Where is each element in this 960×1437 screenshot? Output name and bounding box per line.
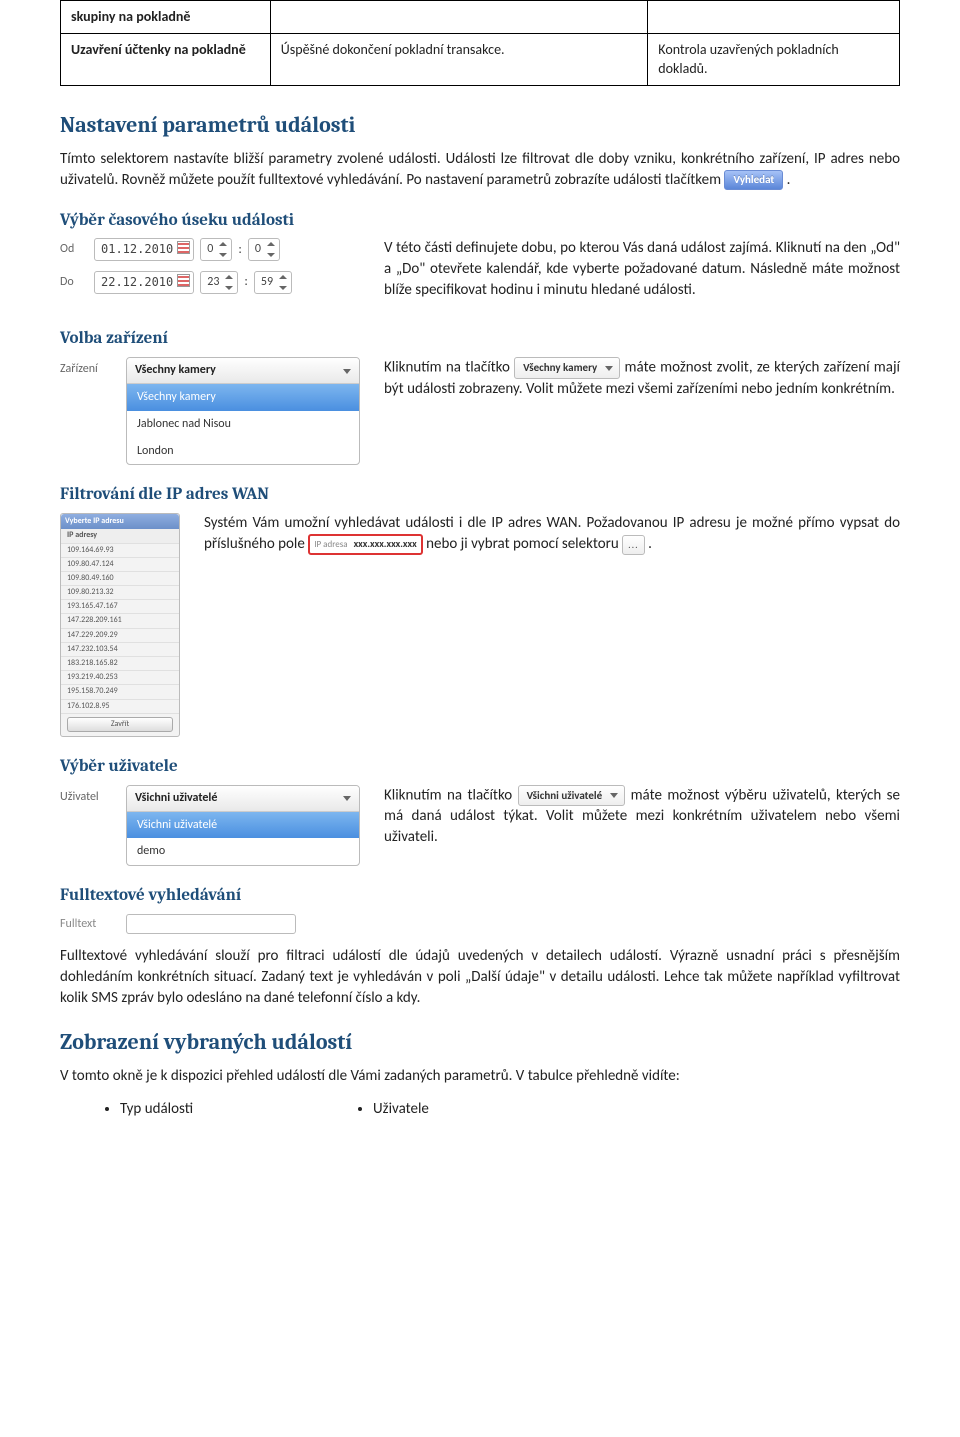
- search-button[interactable]: Vyhledat: [724, 170, 783, 190]
- event-types-table: skupiny na pokladně Uzavření účtenky na …: [60, 0, 900, 86]
- bullet-item: Uživatele: [373, 1099, 429, 1120]
- fulltext-input[interactable]: [126, 914, 296, 934]
- ip-list-item[interactable]: 109.164.69.93: [61, 544, 179, 558]
- ip-list-item[interactable]: 176.102.8.95: [61, 700, 179, 714]
- user-selected[interactable]: Všichni uživatelé: [127, 786, 359, 812]
- ip-list-item[interactable]: 109.80.49.160: [61, 572, 179, 586]
- ip-list-item[interactable]: 183.218.165.82: [61, 657, 179, 671]
- bullet-item: Typ události: [120, 1099, 193, 1120]
- table-row: Uzavření účtenky na pokladně Úspěšné dok…: [61, 33, 900, 85]
- table-row: skupiny na pokladně: [61, 1, 900, 34]
- cell: Úspěšné dokončení pokladní transakce.: [270, 33, 648, 85]
- user-dropdown[interactable]: Všichni uživatelé Všichni uživatelé demo: [126, 785, 360, 866]
- time-row-to: Do 22.12.2010 23 : 59: [60, 271, 360, 294]
- ip-address-field[interactable]: IP adresaxxx.xxx.xxx.xxx: [308, 534, 422, 555]
- time-paragraph: V této části definujete dobu, po kterou …: [384, 238, 900, 301]
- text: .: [648, 535, 652, 553]
- ip-selector-button[interactable]: ...: [622, 535, 645, 555]
- colon: :: [238, 241, 241, 259]
- ip-list-item[interactable]: 109.80.47.124: [61, 558, 179, 572]
- ip-list-item[interactable]: 147.232.103.54: [61, 643, 179, 657]
- ip-list-close-button[interactable]: Zavřít: [67, 717, 173, 732]
- heading-ip: Filtrování dle IP adres WAN: [60, 483, 900, 507]
- calendar-icon[interactable]: [177, 274, 190, 287]
- cell: [648, 1, 900, 34]
- device-inline-button[interactable]: Všechny kamery: [514, 357, 620, 378]
- ip-paragraph: Systém Vám umožní vyhledávat události i …: [204, 513, 900, 555]
- ip-list-item[interactable]: 193.165.47.167: [61, 600, 179, 614]
- device-paragraph: Kliknutím na tlačítko Všechny kamery mát…: [384, 357, 900, 399]
- from-date-input[interactable]: 01.12.2010: [94, 238, 194, 261]
- to-hour-stepper[interactable]: 23: [200, 271, 238, 294]
- cell: Uzavření účtenky na pokladně: [61, 33, 271, 85]
- ip-list-item[interactable]: 147.229.209.29: [61, 629, 179, 643]
- to-minute-stepper[interactable]: 59: [254, 271, 292, 294]
- device-label: Zařízení: [60, 357, 116, 378]
- cell: [270, 1, 648, 34]
- heading-user: Výběr uživatele: [60, 755, 900, 779]
- colon: :: [244, 273, 247, 291]
- device-panel: Zařízení Všechny kamery Všechny kamery J…: [60, 357, 360, 465]
- calendar-icon[interactable]: [177, 241, 190, 254]
- results-bullets: Typ události Uživatele: [60, 1095, 900, 1122]
- cell: Kontrola uzavřených pokladních dokladů.: [648, 33, 900, 85]
- cell: skupiny na pokladně: [61, 1, 271, 34]
- device-dropdown[interactable]: Všechny kamery Všechny kamery Jablonec n…: [126, 357, 360, 465]
- device-selected[interactable]: Všechny kamery: [127, 358, 359, 384]
- user-label: Uživatel: [60, 785, 116, 806]
- fulltext-panel: Fulltext: [60, 914, 296, 934]
- ip-list-header: Vyberte IP adresu: [61, 514, 179, 529]
- to-label: Do: [60, 274, 88, 291]
- heading-time: Výběr časového úseku události: [60, 209, 900, 233]
- from-label: Od: [60, 241, 88, 258]
- ip-list-item[interactable]: 147.228.209.161: [61, 614, 179, 628]
- ip-list-panel: Vyberte IP adresu IP adresy 109.164.69.9…: [60, 513, 180, 737]
- to-date-input[interactable]: 22.12.2010: [94, 271, 194, 294]
- heading-results: Zobrazení vybraných událostí: [60, 1027, 900, 1058]
- user-panel: Uživatel Všichni uživatelé Všichni uživa…: [60, 785, 360, 866]
- from-minute-stepper[interactable]: 0: [248, 238, 280, 261]
- from-hour-stepper[interactable]: 0: [200, 238, 232, 261]
- ip-list-item[interactable]: 193.219.40.253: [61, 671, 179, 685]
- text: nebo ji vybrat pomocí selektoru: [426, 535, 622, 553]
- results-paragraph: V tomto okně je k dispozici přehled udál…: [60, 1066, 900, 1087]
- device-option[interactable]: London: [127, 438, 359, 465]
- text: Kliknutím na tlačítko: [384, 786, 518, 804]
- device-option[interactable]: Všechny kamery: [127, 384, 359, 411]
- user-paragraph: Kliknutím na tlačítko Všichni uživatelé …: [384, 785, 900, 848]
- time-panel: Od 01.12.2010 0 : 0 Do 22.12.2010 23 : 5…: [60, 238, 360, 294]
- ip-list-subheader: IP adresy: [61, 529, 179, 543]
- text: .: [787, 171, 791, 189]
- time-row-from: Od 01.12.2010 0 : 0: [60, 238, 360, 261]
- user-option[interactable]: Všichni uživatelé: [127, 812, 359, 839]
- device-option[interactable]: Jablonec nad Nisou: [127, 411, 359, 438]
- heading-params: Nastavení parametrů události: [60, 110, 900, 141]
- fulltext-paragraph: Fulltextové vyhledávání slouží pro filtr…: [60, 946, 900, 1009]
- fulltext-label: Fulltext: [60, 916, 116, 933]
- user-inline-button[interactable]: Všichni uživatelé: [518, 785, 626, 806]
- ip-list-item[interactable]: 109.80.213.32: [61, 586, 179, 600]
- user-option[interactable]: demo: [127, 838, 359, 865]
- ip-list-item[interactable]: 195.158.70.249: [61, 685, 179, 699]
- heading-fulltext: Fulltextové vyhledávání: [60, 884, 900, 908]
- text: Kliknutím na tlačítko: [384, 358, 514, 376]
- heading-device: Volba zařízení: [60, 327, 900, 351]
- params-paragraph: Tímto selektorem nastavíte bližší parame…: [60, 149, 900, 191]
